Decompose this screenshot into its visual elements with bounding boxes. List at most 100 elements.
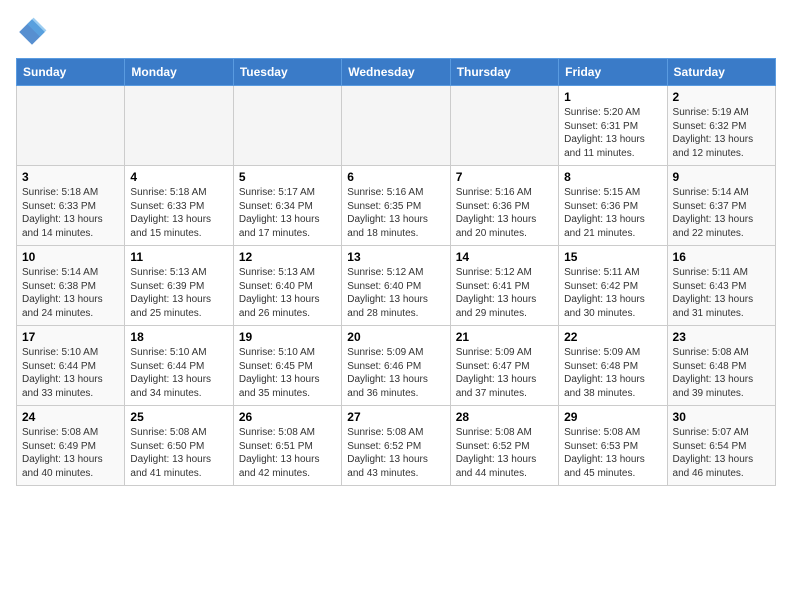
calendar-cell: 3 Sunrise: 5:18 AM Sunset: 6:33 PM Daylig… [17, 166, 125, 246]
day-info: Sunrise: 5:10 AM Sunset: 6:44 PM Dayligh… [130, 346, 227, 400]
calendar-cell: 22 Sunrise: 5:09 AM Sunset: 6:48 PM Dayli… [559, 326, 667, 406]
calendar-cell: 14Sunrise: 5:12 AM Sunset: 6:41 PM Dayli… [450, 246, 558, 326]
day-number: 4 [130, 170, 227, 184]
day-info: Sunrise: 5:08 AM Sunset: 6:53 PM Dayligh… [564, 426, 661, 480]
day-number: 30 [673, 410, 770, 424]
page-header [16, 16, 776, 48]
calendar-week-5: 24 Sunrise: 5:08 AM Sunset: 6:49 PM Dayli… [17, 406, 776, 486]
day-number: 3 [22, 170, 119, 184]
day-number: 2 [673, 90, 770, 104]
day-number: 26 [239, 410, 336, 424]
calendar-cell: 4 Sunrise: 5:18 AM Sunset: 6:33 PM Daylig… [125, 166, 233, 246]
calendar-cell: 28 Sunrise: 5:08 AM Sunset: 6:52 PM Dayli… [450, 406, 558, 486]
calendar-cell: 9 Sunrise: 5:14 AM Sunset: 6:37 PM Daylig… [667, 166, 775, 246]
calendar-cell: 25 Sunrise: 5:08 AM Sunset: 6:50 PM Dayli… [125, 406, 233, 486]
calendar-cell [125, 86, 233, 166]
day-info: Sunrise: 5:10 AM Sunset: 6:45 PM Dayligh… [239, 346, 336, 400]
day-info: Sunrise: 5:11 AM Sunset: 6:43 PM Dayligh… [673, 266, 770, 320]
logo-icon [16, 16, 48, 48]
calendar-cell: 10Sunrise: 5:14 AM Sunset: 6:38 PM Dayli… [17, 246, 125, 326]
calendar-cell: 1 Sunrise: 5:20 AM Sunset: 6:31 PM Daylig… [559, 86, 667, 166]
calendar-header-monday: Monday [125, 59, 233, 86]
calendar-cell: 16 Sunrise: 5:11 AM Sunset: 6:43 PM Dayli… [667, 246, 775, 326]
day-info: Sunrise: 5:08 AM Sunset: 6:52 PM Dayligh… [347, 426, 444, 480]
day-number: 27 [347, 410, 444, 424]
calendar-body: 1 Sunrise: 5:20 AM Sunset: 6:31 PM Daylig… [17, 86, 776, 486]
calendar-week-4: 17 Sunrise: 5:10 AM Sunset: 6:44 PM Dayli… [17, 326, 776, 406]
day-info: Sunrise: 5:18 AM Sunset: 6:33 PM Dayligh… [130, 186, 227, 240]
day-number: 24 [22, 410, 119, 424]
day-number: 17 [22, 330, 119, 344]
day-info: Sunrise: 5:11 AM Sunset: 6:42 PM Dayligh… [564, 266, 661, 320]
day-number: 29 [564, 410, 661, 424]
calendar-cell: 26Sunrise: 5:08 AM Sunset: 6:51 PM Dayli… [233, 406, 341, 486]
calendar-header-thursday: Thursday [450, 59, 558, 86]
calendar-cell: 20 Sunrise: 5:09 AM Sunset: 6:46 PM Dayli… [342, 326, 450, 406]
day-number: 28 [456, 410, 553, 424]
day-info: Sunrise: 5:14 AM Sunset: 6:37 PM Dayligh… [673, 186, 770, 240]
calendar-cell: 27 Sunrise: 5:08 AM Sunset: 6:52 PM Dayli… [342, 406, 450, 486]
calendar-week-2: 3 Sunrise: 5:18 AM Sunset: 6:33 PM Daylig… [17, 166, 776, 246]
calendar-cell: 11 Sunrise: 5:13 AM Sunset: 6:39 PM Dayli… [125, 246, 233, 326]
day-info: Sunrise: 5:10 AM Sunset: 6:44 PM Dayligh… [22, 346, 119, 400]
calendar-header-friday: Friday [559, 59, 667, 86]
calendar-cell: 15 Sunrise: 5:11 AM Sunset: 6:42 PM Dayli… [559, 246, 667, 326]
day-info: Sunrise: 5:12 AM Sunset: 6:40 PM Dayligh… [347, 266, 444, 320]
day-number: 15 [564, 250, 661, 264]
day-number: 9 [673, 170, 770, 184]
day-number: 16 [673, 250, 770, 264]
day-number: 20 [347, 330, 444, 344]
calendar-header-tuesday: Tuesday [233, 59, 341, 86]
day-info: Sunrise: 5:15 AM Sunset: 6:36 PM Dayligh… [564, 186, 661, 240]
calendar-cell: 17 Sunrise: 5:10 AM Sunset: 6:44 PM Dayli… [17, 326, 125, 406]
calendar-week-3: 10Sunrise: 5:14 AM Sunset: 6:38 PM Dayli… [17, 246, 776, 326]
calendar-cell: 2Sunrise: 5:19 AM Sunset: 6:32 PM Daylig… [667, 86, 775, 166]
calendar-cell: 29 Sunrise: 5:08 AM Sunset: 6:53 PM Dayli… [559, 406, 667, 486]
day-info: Sunrise: 5:08 AM Sunset: 6:50 PM Dayligh… [130, 426, 227, 480]
calendar-table: SundayMondayTuesdayWednesdayThursdayFrid… [16, 58, 776, 486]
calendar-cell: 5Sunrise: 5:17 AM Sunset: 6:34 PM Daylig… [233, 166, 341, 246]
day-number: 11 [130, 250, 227, 264]
calendar-cell [17, 86, 125, 166]
day-info: Sunrise: 5:08 AM Sunset: 6:49 PM Dayligh… [22, 426, 119, 480]
day-number: 1 [564, 90, 661, 104]
day-number: 6 [347, 170, 444, 184]
day-number: 12 [239, 250, 336, 264]
day-number: 23 [673, 330, 770, 344]
day-info: Sunrise: 5:13 AM Sunset: 6:39 PM Dayligh… [130, 266, 227, 320]
day-info: Sunrise: 5:09 AM Sunset: 6:48 PM Dayligh… [564, 346, 661, 400]
day-info: Sunrise: 5:09 AM Sunset: 6:47 PM Dayligh… [456, 346, 553, 400]
day-number: 13 [347, 250, 444, 264]
calendar-cell: 18 Sunrise: 5:10 AM Sunset: 6:44 PM Dayli… [125, 326, 233, 406]
day-number: 21 [456, 330, 553, 344]
calendar-cell: 6 Sunrise: 5:16 AM Sunset: 6:35 PM Daylig… [342, 166, 450, 246]
calendar-cell: 12Sunrise: 5:13 AM Sunset: 6:40 PM Dayli… [233, 246, 341, 326]
day-number: 18 [130, 330, 227, 344]
calendar-cell [233, 86, 341, 166]
day-info: Sunrise: 5:16 AM Sunset: 6:35 PM Dayligh… [347, 186, 444, 240]
calendar-cell: 13 Sunrise: 5:12 AM Sunset: 6:40 PM Dayli… [342, 246, 450, 326]
calendar-header-saturday: Saturday [667, 59, 775, 86]
calendar-cell: 8 Sunrise: 5:15 AM Sunset: 6:36 PM Daylig… [559, 166, 667, 246]
day-info: Sunrise: 5:17 AM Sunset: 6:34 PM Dayligh… [239, 186, 336, 240]
day-info: Sunrise: 5:20 AM Sunset: 6:31 PM Dayligh… [564, 106, 661, 160]
calendar-cell [450, 86, 558, 166]
calendar-cell: 7Sunrise: 5:16 AM Sunset: 6:36 PM Daylig… [450, 166, 558, 246]
calendar-cell: 19Sunrise: 5:10 AM Sunset: 6:45 PM Dayli… [233, 326, 341, 406]
day-info: Sunrise: 5:12 AM Sunset: 6:41 PM Dayligh… [456, 266, 553, 320]
day-number: 25 [130, 410, 227, 424]
day-info: Sunrise: 5:07 AM Sunset: 6:54 PM Dayligh… [673, 426, 770, 480]
calendar-cell: 21 Sunrise: 5:09 AM Sunset: 6:47 PM Dayli… [450, 326, 558, 406]
calendar-header-row: SundayMondayTuesdayWednesdayThursdayFrid… [17, 59, 776, 86]
day-number: 22 [564, 330, 661, 344]
day-info: Sunrise: 5:16 AM Sunset: 6:36 PM Dayligh… [456, 186, 553, 240]
calendar-cell: 24 Sunrise: 5:08 AM Sunset: 6:49 PM Dayli… [17, 406, 125, 486]
day-info: Sunrise: 5:18 AM Sunset: 6:33 PM Dayligh… [22, 186, 119, 240]
day-info: Sunrise: 5:08 AM Sunset: 6:52 PM Dayligh… [456, 426, 553, 480]
day-info: Sunrise: 5:09 AM Sunset: 6:46 PM Dayligh… [347, 346, 444, 400]
logo [16, 16, 52, 48]
calendar-week-1: 1 Sunrise: 5:20 AM Sunset: 6:31 PM Daylig… [17, 86, 776, 166]
day-info: Sunrise: 5:14 AM Sunset: 6:38 PM Dayligh… [22, 266, 119, 320]
day-number: 8 [564, 170, 661, 184]
calendar-cell: 30 Sunrise: 5:07 AM Sunset: 6:54 PM Dayli… [667, 406, 775, 486]
